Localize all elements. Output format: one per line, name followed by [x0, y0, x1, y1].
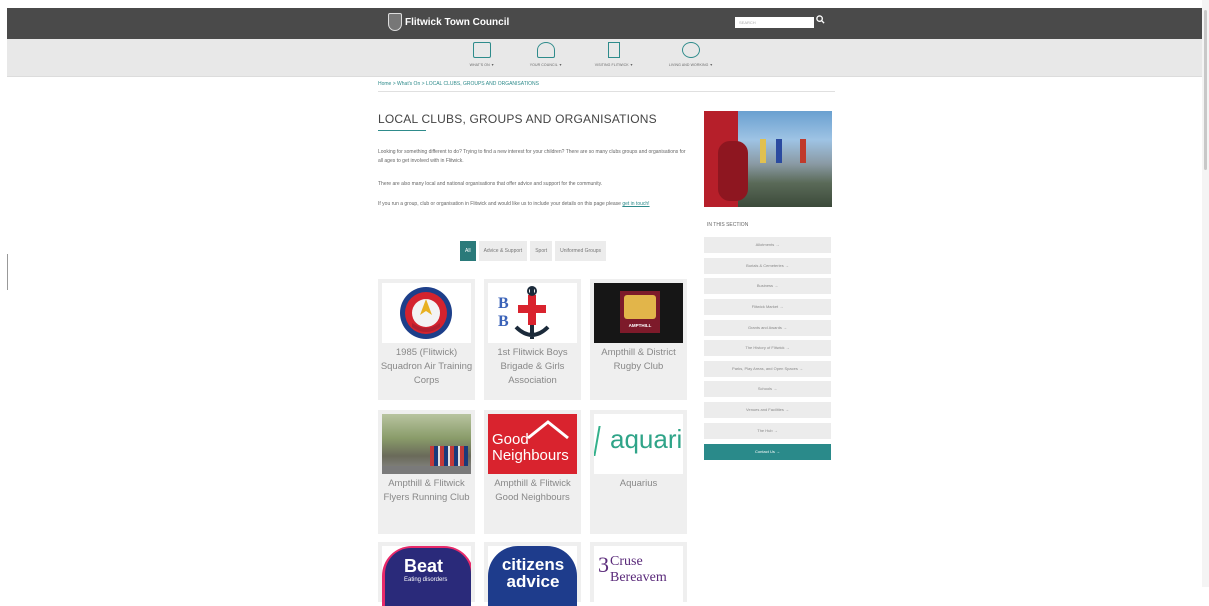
sidebar-link-allotments[interactable]: Allotments → [704, 237, 831, 253]
sidebar-photo [704, 111, 832, 207]
club-card[interactable]: B B 1st Flitwick Boys Brigade & Girls As… [484, 279, 581, 400]
people-icon [537, 42, 555, 58]
intro-paragraph-2: There are also many local and national o… [378, 181, 603, 187]
scrollbar-thumb[interactable] [1204, 10, 1207, 170]
intro-paragraph-3: If you run a group, club or organisation… [378, 200, 688, 209]
atc-logo [382, 283, 471, 343]
site-title: Flitwick Town Council [405, 16, 510, 28]
sidebar-link-burials[interactable]: Burials & Cemeteries → [704, 258, 831, 274]
intro-text: If you run a group, club or organisation… [378, 201, 621, 207]
flag [760, 139, 766, 163]
search-input[interactable]: SEARCH [735, 17, 814, 28]
rugby-club-logo: AMPTHILL [594, 283, 683, 343]
sidebar-link-parks[interactable]: Parks, Play Areas, and Open Spaces → [704, 361, 831, 377]
cruse-logo: 3 Cruse Bereavem [594, 546, 683, 606]
calendar-icon [473, 42, 491, 58]
filter-sport[interactable]: Sport [530, 241, 553, 261]
nav-label: LIVING AND WORKING ▼ [668, 63, 714, 67]
logo-subtext: Eating disorders [404, 577, 448, 583]
nav-your-council[interactable]: YOUR COUNCIL ▼ [511, 42, 581, 67]
sidebar-heading: IN THIS SECTION [707, 222, 749, 228]
community-icon [682, 42, 700, 58]
flag [776, 139, 782, 163]
flag [800, 139, 806, 163]
filter-all[interactable]: All [460, 241, 476, 261]
site-logo[interactable]: Flitwick Town Council [388, 13, 509, 31]
signpost-icon [608, 42, 620, 58]
club-name: Ampthill & Flitwick Good Neighbours [494, 478, 571, 503]
club-card[interactable]: AMPTHILL Ampthill & District Rugby Club [590, 279, 687, 400]
sidebar-link-market[interactable]: Flitwick Market → [704, 299, 831, 315]
sidebar-link-venues[interactable]: Venues and Facilities → [704, 402, 831, 418]
title-underline [378, 130, 426, 131]
nav-living-working[interactable]: LIVING AND WORKING ▼ [656, 42, 726, 67]
good-neighbours-logo: Good Neighbours [488, 414, 577, 474]
site-header: Flitwick Town Council SEARCH [7, 8, 1202, 39]
sidebar-link-grants[interactable]: Grants and Awards → [704, 320, 831, 336]
top-strip [0, 0, 1209, 8]
nav-label: WHAT'S ON ▼ [469, 63, 495, 67]
runners-photo [382, 414, 471, 474]
logo-text: B B [498, 295, 553, 330]
club-name: Ampthill & District Rugby Club [601, 347, 676, 372]
aquarius-logo: aquari [594, 414, 683, 474]
club-card[interactable]: citizens advice [484, 542, 581, 606]
page-title: LOCAL CLUBS, GROUPS AND ORGANISATIONS [378, 112, 657, 126]
edge-marker [7, 254, 8, 290]
filter-advice-support[interactable]: Advice & Support [478, 241, 528, 261]
nav-whats-on[interactable]: WHAT'S ON ▼ [447, 42, 517, 67]
breadcrumb[interactable]: Home > What's On > LOCAL CLUBS, GROUPS A… [378, 81, 539, 87]
sidebar-link-business[interactable]: Business → [704, 278, 831, 294]
logo-text: aquari [610, 424, 683, 454]
club-name: Ampthill & Flitwick Flyers Running Club [383, 478, 470, 503]
get-in-touch-link[interactable]: get in touch! [622, 201, 649, 207]
club-name: 1985 (Flitwick) Squadron Air Training Co… [380, 347, 473, 386]
logo-text: Cruse Bereavem [610, 554, 667, 585]
intro-paragraph-1: Looking for something different to do? T… [378, 149, 686, 164]
nav-label: VISITING FLITWICK ▼ [594, 63, 634, 67]
main-nav: WHAT'S ON ▼ YOUR COUNCIL ▼ VISITING FLIT… [7, 39, 1202, 77]
search-icon[interactable] [816, 15, 826, 28]
club-card[interactable]: 3 Cruse Bereavem [590, 542, 687, 606]
filter-bar: All Advice & Support Sport Uniformed Gro… [460, 241, 607, 261]
sidebar-link-contact[interactable]: Contact Us → [704, 444, 831, 460]
poppy-wreath [718, 141, 748, 201]
sidebar-link-history[interactable]: The History of Flitwick → [704, 340, 831, 356]
nav-visiting[interactable]: VISITING FLITWICK ▼ [579, 42, 649, 67]
divider [378, 91, 835, 92]
boys-brigade-logo: B B [488, 283, 577, 343]
sidebar-link-hub[interactable]: The Hub → [704, 423, 831, 439]
logo-text: Beat [404, 556, 444, 576]
nav-label: YOUR COUNCIL ▼ [529, 63, 563, 67]
logo-text: AMPTHILL [628, 323, 652, 328]
citizens-advice-logo: citizens advice [488, 546, 577, 606]
beat-logo: Beat Eating disorders [382, 546, 471, 606]
filter-uniformed-groups[interactable]: Uniformed Groups [555, 241, 607, 261]
club-card[interactable]: Ampthill & Flitwick Flyers Running Club [378, 410, 475, 534]
crest-icon [388, 13, 402, 31]
club-name: Aquarius [619, 478, 658, 489]
club-card[interactable]: Beat Eating disorders [378, 542, 475, 606]
logo-text: citizens advice [501, 555, 565, 591]
club-card[interactable]: aquari Aquarius [590, 410, 687, 534]
sidebar-link-schools[interactable]: Schools → [704, 381, 831, 397]
club-card[interactable]: 1985 (Flitwick) Squadron Air Training Co… [378, 279, 475, 400]
club-card[interactable]: Good Neighbours Ampthill & Flitwick Good… [484, 410, 581, 534]
club-name: 1st Flitwick Boys Brigade & Girls Associ… [497, 347, 568, 386]
